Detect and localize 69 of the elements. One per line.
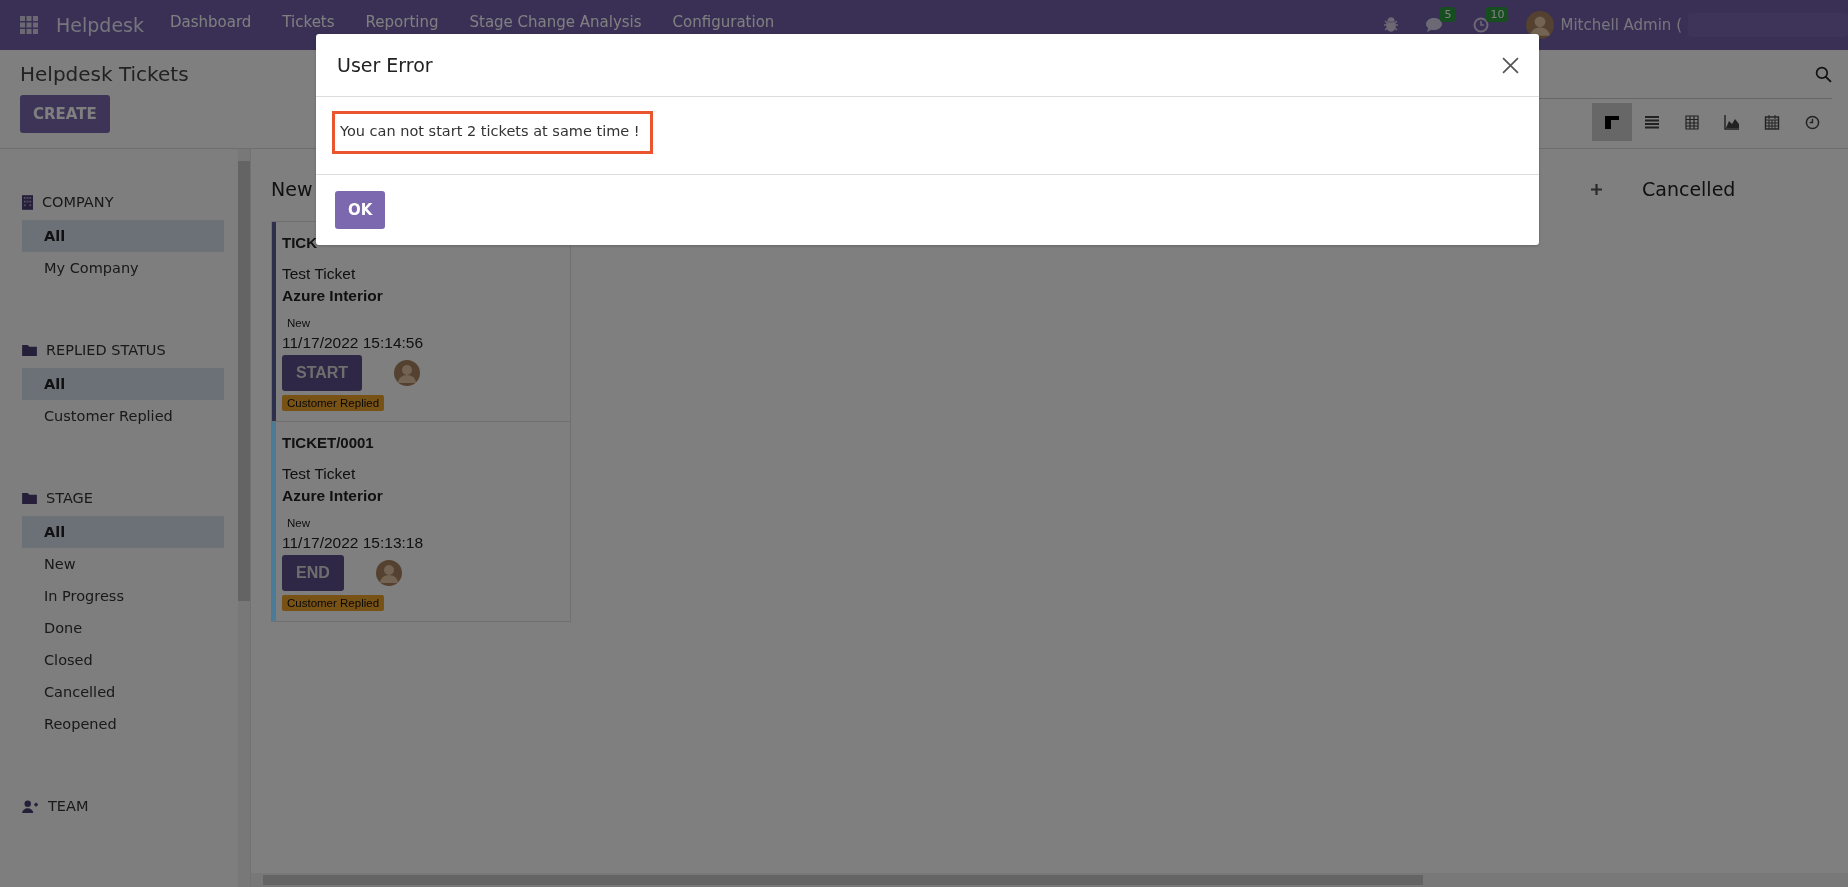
- timer-button[interactable]: START: [282, 355, 363, 391]
- horizontal-scrollbar[interactable]: [251, 873, 1848, 887]
- kanban-icon: [1604, 114, 1620, 130]
- avatar-icon: [394, 360, 421, 386]
- ticket-card[interactable]: TICK Test Ticket Azure Interior New 11/17/2022 15:14:56 START Customer Replied: [272, 222, 570, 422]
- chat-count-badge: 5: [1440, 7, 1456, 22]
- folder-icon: [22, 492, 37, 504]
- filter-item[interactable]: Customer Replied: [22, 400, 224, 432]
- error-message: You can not start 2 tickets at same time !: [332, 111, 653, 154]
- filter-item[interactable]: New: [22, 548, 224, 580]
- filter-item[interactable]: Reopened: [22, 708, 224, 740]
- status-tag: Customer Replied: [282, 395, 385, 411]
- clock-icon: [1804, 114, 1820, 130]
- page-title: Helpdesk Tickets: [20, 62, 189, 86]
- ticket-reference: TICKET/0001: [282, 434, 374, 451]
- ticket-name: Test Ticket: [282, 265, 356, 283]
- filter-section-title: REPLIED STATUS: [46, 342, 166, 358]
- create-button[interactable]: CREATE: [20, 95, 110, 133]
- folder-icon: [22, 344, 37, 356]
- app-name[interactable]: Helpdesk: [56, 14, 144, 36]
- dialog-title: User Error: [337, 54, 433, 76]
- user-name[interactable]: Mitchell Admin (: [1560, 16, 1682, 34]
- customer-name: Azure Interior: [282, 487, 383, 505]
- filter-item[interactable]: Cancelled: [22, 676, 224, 708]
- customer-name: Azure Interior: [282, 287, 383, 305]
- nav-menu-item[interactable]: Stage Change Analysis: [469, 13, 642, 31]
- close-icon[interactable]: [1502, 56, 1519, 74]
- filter-item[interactable]: Closed: [22, 644, 224, 676]
- search-icon[interactable]: [1815, 65, 1832, 83]
- list-icon: [1644, 114, 1660, 130]
- ticket-date: 11/17/2022 15:14:56: [282, 334, 424, 352]
- stage-label: New: [287, 317, 310, 329]
- nav-menu-item[interactable]: Tickets: [282, 13, 335, 31]
- avatar-icon: [375, 560, 402, 586]
- bug-icon[interactable]: [1383, 17, 1400, 33]
- filter-item[interactable]: Done: [22, 612, 224, 644]
- ticket-name: Test Ticket: [282, 465, 356, 483]
- nav-menu-item[interactable]: Reporting: [365, 13, 439, 31]
- activity-count-badge: 10: [1486, 7, 1509, 22]
- clock-icon[interactable]: [1473, 17, 1490, 33]
- ticket-reference: TICK: [282, 234, 317, 251]
- table-icon: [1684, 114, 1700, 130]
- vertical-scrollbar[interactable]: [238, 149, 250, 887]
- filter-item[interactable]: My Company: [22, 252, 224, 284]
- calendar-icon: [1764, 114, 1780, 130]
- column-title: Cancelled: [1642, 178, 1736, 200]
- ok-button[interactable]: OK: [335, 191, 386, 229]
- filter-item[interactable]: All: [22, 368, 224, 400]
- filter-item[interactable]: All: [22, 516, 224, 548]
- nav-menu-item[interactable]: Dashboard: [169, 13, 252, 31]
- filter-section-title: TEAM: [48, 798, 89, 814]
- filter-section-title: COMPANY: [42, 194, 114, 210]
- timer-button[interactable]: END: [282, 555, 344, 591]
- avatar-icon[interactable]: [1526, 11, 1555, 39]
- area-chart-icon: [1724, 114, 1740, 130]
- stage-label: New: [287, 517, 310, 529]
- nav-menu-item[interactable]: Configuration: [672, 13, 775, 31]
- status-tag: Customer Replied: [282, 595, 385, 611]
- column-title: New: [271, 178, 313, 200]
- filter-item[interactable]: In Progress: [22, 580, 224, 612]
- kanban-view-button[interactable]: [1592, 103, 1632, 141]
- add-column-icon[interactable]: [1591, 183, 1602, 195]
- users-icon: [22, 799, 39, 813]
- building-icon: [22, 194, 33, 210]
- filter-item[interactable]: All: [22, 220, 224, 252]
- chat-icon[interactable]: [1425, 17, 1444, 33]
- app-grid-icon[interactable]: [20, 16, 38, 34]
- ticket-date: 11/17/2022 15:13:18: [282, 534, 424, 552]
- filter-section-title: STAGE: [46, 490, 93, 506]
